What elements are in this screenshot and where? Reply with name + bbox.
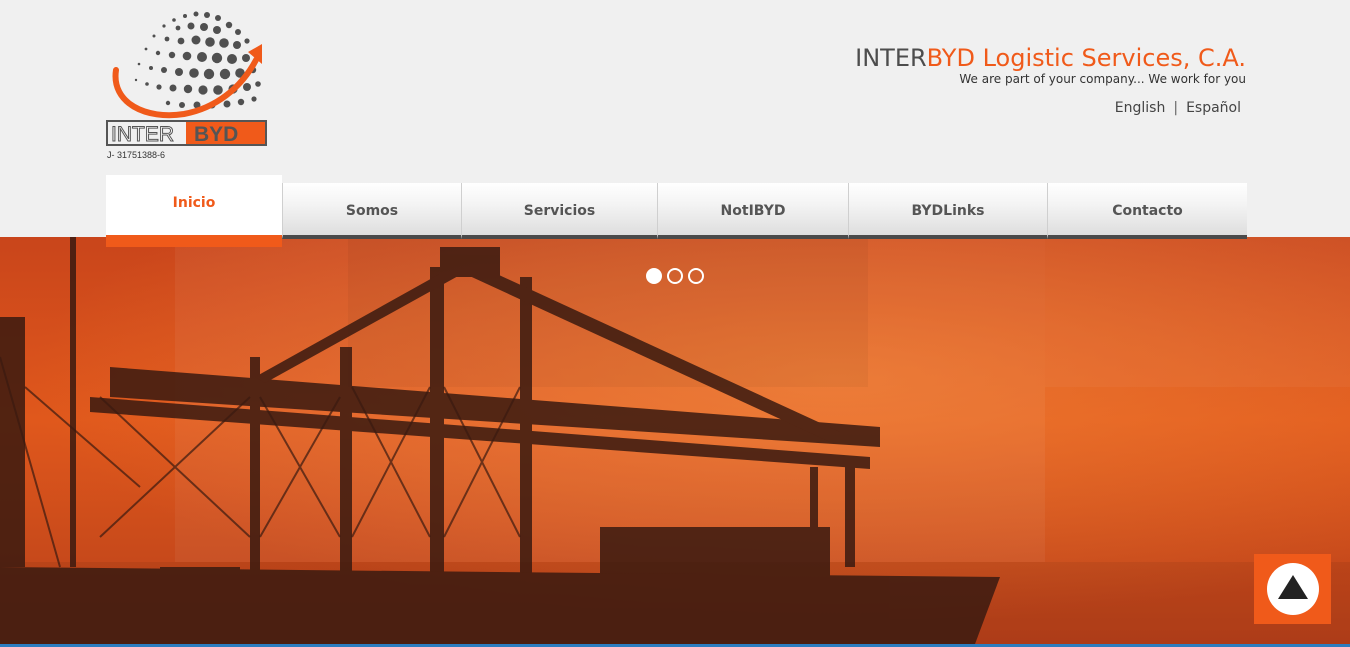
nav-item-servicios[interactable]: Servicios	[461, 183, 657, 239]
logo-text-right: BYD	[194, 123, 238, 146]
nav-item-somos[interactable]: Somos	[282, 183, 461, 239]
back-to-top-button[interactable]	[1254, 554, 1331, 624]
nav-item-contacto[interactable]: Contacto	[1047, 183, 1247, 239]
brand-title: INTERBYD Logistic Services, C.A.	[855, 43, 1246, 73]
logo-text-left: INTER	[111, 123, 174, 146]
nav-item-inicio[interactable]: Inicio	[106, 175, 282, 247]
language-english-link[interactable]: English	[1115, 100, 1166, 116]
language-separator: |	[1173, 100, 1179, 116]
up-arrow-icon	[1267, 563, 1319, 615]
language-switcher: English | Español	[1115, 100, 1241, 116]
language-spanish-link[interactable]: Español	[1186, 100, 1241, 116]
nav-item-notibyd[interactable]: NotIBYD	[657, 183, 848, 239]
brand-name-part2: BYD Logistic Services, C.A.	[926, 44, 1246, 72]
hero-slider	[0, 237, 1350, 644]
slider-dot-3[interactable]	[688, 268, 704, 284]
brand-name-part1: INTER	[855, 44, 927, 72]
brand-block: INTERBYD Logistic Services, C.A. We are …	[855, 43, 1246, 86]
company-logo[interactable]: INTER BYD	[106, 8, 268, 148]
slider-dot-1[interactable]	[646, 268, 662, 284]
company-rif: J- 31751388-6	[107, 150, 166, 160]
brand-tagline: We are part of your company... We work f…	[959, 72, 1246, 86]
main-nav: Inicio Somos Servicios NotIBYD BYDLinks Conta…	[106, 175, 1247, 247]
slider-dot-2[interactable]	[667, 268, 683, 284]
hero-image	[0, 237, 1350, 644]
nav-item-bydlinks[interactable]: BYDLinks	[848, 183, 1047, 239]
